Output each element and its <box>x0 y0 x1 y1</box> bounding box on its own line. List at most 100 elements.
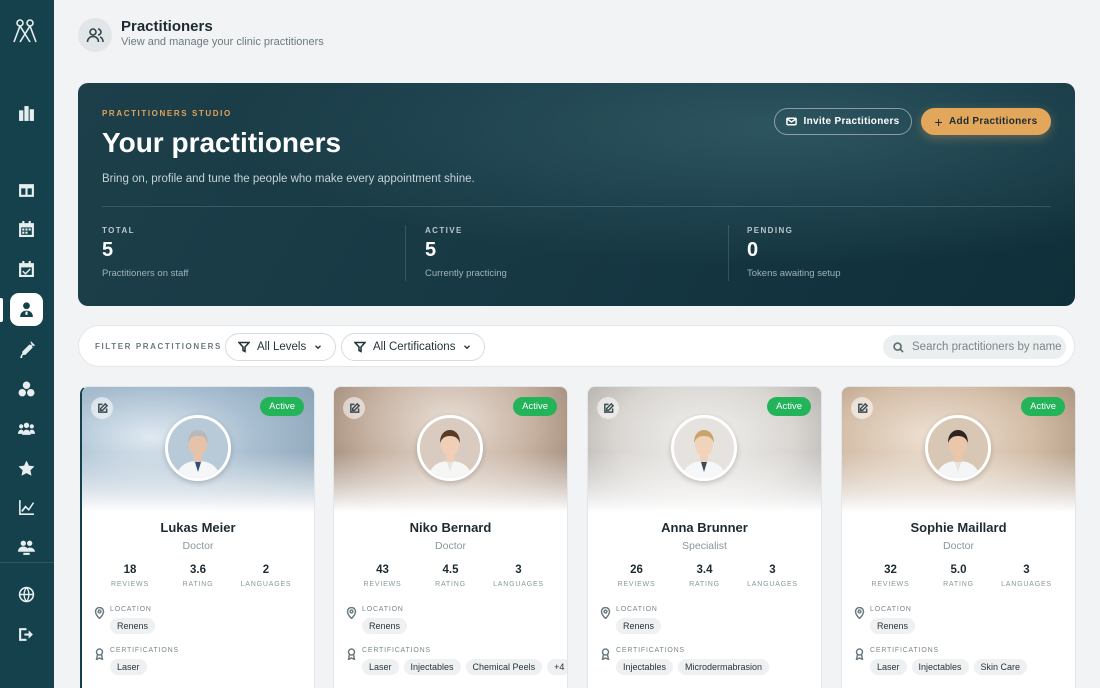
practitioner-icon[interactable] <box>10 293 43 326</box>
reviews-label: REVIEWS <box>111 581 149 588</box>
location-label: LOCATION <box>870 606 912 613</box>
stat-value: 5 <box>425 239 437 261</box>
search-input[interactable] <box>912 341 1062 353</box>
levels-filter-dropdown[interactable]: All Levels <box>225 333 337 361</box>
practitioner-card[interactable]: Active Sophie Maillard Doctor 32 REVIEWS… <box>841 386 1076 688</box>
hero-eyebrow: PRACTITIONERS STUDIO <box>102 109 232 118</box>
filter-icon <box>354 341 366 353</box>
syringe-icon[interactable] <box>10 333 43 366</box>
status-badge: Active <box>513 397 557 416</box>
card-metrics: 43 REVIEWS 4.5 RATING 3 LANGUAGES <box>334 564 567 588</box>
certification-chips: Laser <box>110 659 147 675</box>
chart-icon[interactable] <box>10 491 43 524</box>
stat-sub: Practitioners on staff <box>102 268 189 279</box>
reviews-label: REVIEWS <box>363 581 402 588</box>
certifications-filter-dropdown[interactable]: All Certifications <box>341 333 486 361</box>
languages-value: 3 <box>515 564 522 576</box>
edit-icon[interactable] <box>597 397 619 419</box>
certifications-label: CERTIFICATIONS <box>616 647 685 654</box>
hero-title: Your practitioners <box>102 127 342 158</box>
card-metrics: 26 REVIEWS 3.4 RATING 3 LANGUAGES <box>588 564 821 588</box>
reviews-value: 32 <box>884 564 897 576</box>
star-icon[interactable] <box>10 452 43 485</box>
languages-value: 3 <box>769 564 776 576</box>
location-chip: Renens <box>362 618 408 634</box>
languages-label: LANGUAGES <box>1001 581 1052 588</box>
sidebar <box>0 0 54 688</box>
levels-filter-value: All Levels <box>257 341 307 353</box>
certificate-icon <box>346 647 357 661</box>
location-label: LOCATION <box>110 606 152 613</box>
certifications-label: CERTIFICATIONS <box>362 647 431 654</box>
sidebar-divider <box>0 562 54 563</box>
clients-icon[interactable] <box>10 412 43 445</box>
plus-icon: + <box>934 113 944 130</box>
team-icon[interactable] <box>10 531 43 564</box>
rating-value: 4.5 <box>442 564 459 576</box>
buildings-icon[interactable] <box>10 97 43 130</box>
metric-rating: 3.6 RATING <box>171 564 225 588</box>
stat-value: 0 <box>747 239 759 261</box>
reviews-value: 43 <box>376 564 389 576</box>
logout-icon[interactable] <box>10 618 43 651</box>
page-subtitle: View and manage your clinic practitioner… <box>121 36 324 48</box>
certification-chip: Injectables <box>403 659 461 675</box>
practitioner-name[interactable]: Anna Brunner <box>588 520 821 535</box>
practitioners-header-icon <box>78 18 112 52</box>
mail-icon <box>786 117 798 126</box>
edit-icon[interactable] <box>343 397 365 419</box>
practitioner-card[interactable]: Active Anna Brunner Specialist 26 REVIEW… <box>587 386 822 688</box>
add-practitioners-button[interactable]: + Add Practitioners <box>921 108 1051 135</box>
certification-chip: Laser <box>870 659 907 675</box>
stat-active: ACTIVE 5 Currently practicing <box>425 226 725 279</box>
certification-chip: Chemical Peels <box>465 659 543 675</box>
practitioner-name[interactable]: Niko Bernard <box>334 520 567 535</box>
practitioner-card[interactable]: Active Lukas Meier Doctor 18 REVIEWS 3.6… <box>80 386 315 688</box>
certification-chip: Injectables <box>911 659 969 675</box>
status-badge: Active <box>1021 397 1065 416</box>
card-metrics: 32 REVIEWS 5.0 RATING 3 LANGUAGES <box>842 564 1075 588</box>
metric-rating: 5.0 RATING <box>932 564 986 588</box>
chevron-down-icon <box>464 345 471 350</box>
languages-label: LANGUAGES <box>747 581 798 588</box>
languages-label: LANGUAGES <box>493 581 544 588</box>
stat-value: 5 <box>102 239 114 261</box>
metric-reviews: 43 REVIEWS <box>356 564 410 588</box>
logo-icon[interactable] <box>11 18 39 44</box>
avatar <box>417 415 483 481</box>
search-icon <box>893 341 904 353</box>
stat-pending: PENDING 0 Tokens awaiting setup <box>747 226 1047 279</box>
invite-practitioners-button[interactable]: Invite Practitioners <box>774 108 912 135</box>
reviews-value: 18 <box>123 564 137 576</box>
calendar-check-icon[interactable] <box>10 253 43 286</box>
calendar-icon[interactable] <box>10 213 43 246</box>
invite-label: Invite Practitioners <box>803 116 900 127</box>
metric-reviews: 32 REVIEWS <box>864 564 918 588</box>
certificate-icon <box>94 647 105 661</box>
metric-rating: 3.4 RATING <box>678 564 732 588</box>
certifications-label: CERTIFICATIONS <box>870 647 939 654</box>
languages-value: 3 <box>1023 564 1030 576</box>
location-chip: Renens <box>616 618 662 634</box>
hero-description: Bring on, profile and tune the people wh… <box>102 173 475 185</box>
globe-icon[interactable] <box>10 578 43 611</box>
rating-value: 3.4 <box>696 564 713 576</box>
edit-icon[interactable] <box>851 397 873 419</box>
stat-separator <box>405 225 406 281</box>
search-box <box>883 335 1066 359</box>
layout-icon[interactable] <box>10 174 43 207</box>
card-metrics: 18 REVIEWS 3.6 RATING 2 LANGUAGES <box>82 564 314 588</box>
certification-chips: Injectables Microdermabrasion <box>616 659 770 675</box>
certification-chip: Microdermabrasion <box>678 659 770 675</box>
edit-icon[interactable] <box>91 397 113 419</box>
rating-value: 3.6 <box>190 564 206 576</box>
page-title: Practitioners <box>121 18 213 35</box>
metric-rating: 4.5 RATING <box>424 564 478 588</box>
practitioner-card[interactable]: Active Niko Bernard Doctor 43 REVIEWS 4.… <box>333 386 568 688</box>
practitioner-name[interactable]: Sophie Maillard <box>842 520 1075 535</box>
practitioner-name[interactable]: Lukas Meier <box>82 520 314 535</box>
products-icon[interactable] <box>10 373 43 406</box>
avatar <box>925 415 991 481</box>
certificate-icon <box>854 647 865 661</box>
certification-chip: +4 <box>547 659 567 675</box>
